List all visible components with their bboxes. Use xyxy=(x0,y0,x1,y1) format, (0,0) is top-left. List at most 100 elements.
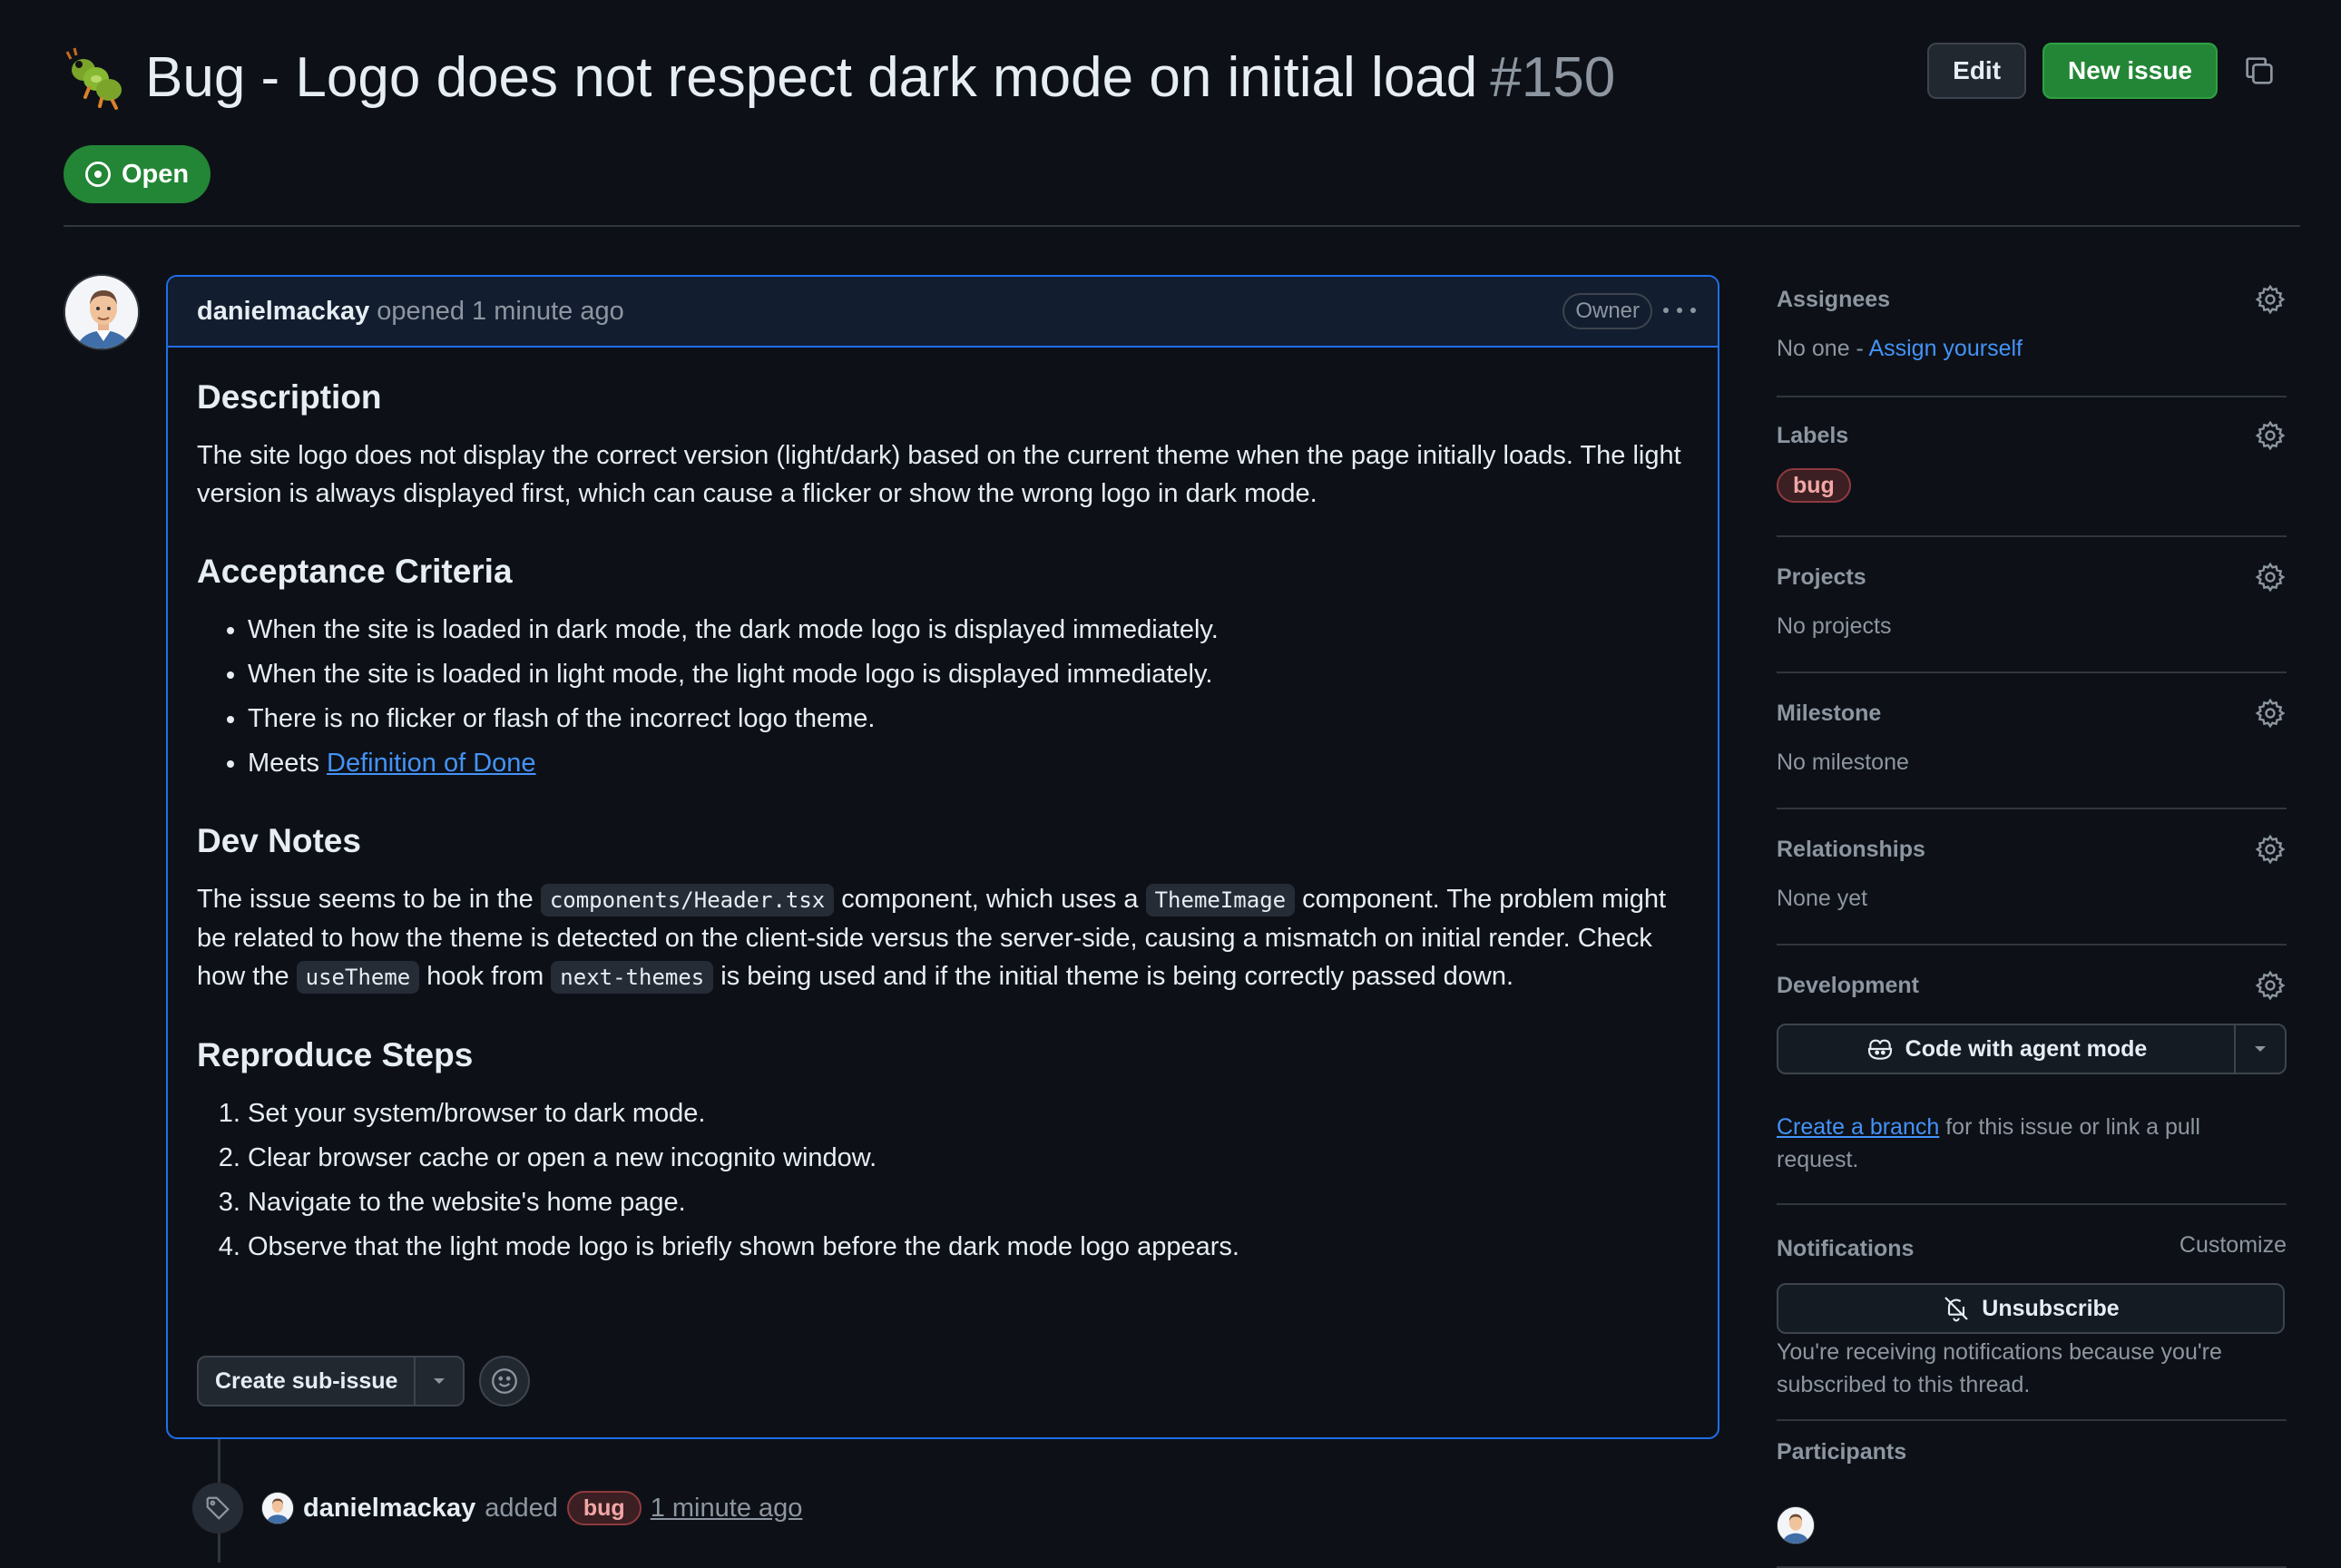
new-issue-button[interactable]: New issue xyxy=(2042,43,2218,99)
comment-author[interactable]: danielmackay xyxy=(197,297,369,327)
bug-label[interactable]: bug xyxy=(1777,468,1851,503)
comment-meta[interactable]: opened 1 minute ago xyxy=(377,297,624,327)
add-reaction-button[interactable] xyxy=(479,1356,531,1406)
copilot-icon xyxy=(1867,1039,1892,1060)
list-item: When the site is loaded in dark mode, th… xyxy=(248,611,1689,649)
list-item: When the site is loaded in light mode, t… xyxy=(248,655,1689,693)
code-with-agent-button[interactable]: Code with agent mode xyxy=(1778,1025,2234,1073)
inline-code: ThemeImage xyxy=(1145,884,1296,916)
issue-title: Bug - Logo does not respect dark mode on… xyxy=(145,45,1615,110)
owner-badge: Owner xyxy=(1562,293,1652,329)
participants-title: Participants xyxy=(1777,1439,1907,1465)
development-section: Development Code with agent mode Create … xyxy=(1777,946,2287,1205)
assignees-title[interactable]: Assignees xyxy=(1777,287,1890,313)
avatar[interactable] xyxy=(261,1492,294,1524)
milestone-section: Milestone No milestone xyxy=(1777,673,2287,809)
labels-section: Labels bug xyxy=(1777,397,2287,537)
notifications-section: Notifications Customize Unsubscribe You'… xyxy=(1777,1205,2287,1421)
devnotes-text-part: hook from xyxy=(419,962,552,991)
inline-code: next-themes xyxy=(551,961,714,994)
comment-body: Description The site logo does not displ… xyxy=(168,348,1718,1266)
bell-slash-icon xyxy=(1944,1297,1969,1322)
repro-heading: Reproduce Steps xyxy=(197,1036,474,1073)
code-with-agent-label: Code with agent mode xyxy=(1905,1035,2148,1062)
devnotes-text: The issue seems to be in the components/… xyxy=(197,880,1689,996)
bug-emoji-icon xyxy=(64,46,127,110)
issue-number: #150 xyxy=(1490,46,1616,109)
gear-icon[interactable] xyxy=(2254,697,2287,730)
gear-icon[interactable] xyxy=(2254,833,2287,866)
devnotes-text-part: component, which uses a xyxy=(834,885,1146,914)
milestone-text: No milestone xyxy=(1777,750,1909,775)
relationships-title[interactable]: Relationships xyxy=(1777,837,1925,863)
timeline-time-link[interactable]: 1 minute ago xyxy=(651,1494,803,1524)
description-text: The site logo does not display the corre… xyxy=(197,441,1681,508)
issue-header: Bug - Logo does not respect dark mode on… xyxy=(64,43,2277,127)
issue-open-icon xyxy=(84,161,112,188)
notifications-text: You're receiving notifications because y… xyxy=(1777,1339,2222,1397)
acceptance-heading: Acceptance Criteria xyxy=(197,553,513,590)
gear-icon[interactable] xyxy=(2254,419,2287,452)
comment-header: danielmackay opened 1 minute ago Owner xyxy=(168,277,1718,348)
participants-section: Participants xyxy=(1777,1421,2287,1568)
unsubscribe-button[interactable]: Unsubscribe xyxy=(1777,1283,2285,1334)
copy-link-icon[interactable] xyxy=(2241,53,2277,89)
relationships-text: None yet xyxy=(1777,886,1868,911)
assignees-none-text: No one - xyxy=(1777,336,1869,361)
list-item: Clear browser cache or open a new incogn… xyxy=(248,1139,1689,1177)
gear-icon[interactable] xyxy=(2254,561,2287,593)
inline-code: components/Header.tsx xyxy=(540,884,835,916)
acceptance-list: When the site is loaded in dark mode, th… xyxy=(197,611,1689,782)
status-badge: Open xyxy=(64,145,211,203)
smiley-icon xyxy=(492,1368,518,1394)
gear-icon[interactable] xyxy=(2254,283,2287,316)
timeline-action: added xyxy=(485,1493,558,1523)
header-actions: Edit New issue xyxy=(1927,43,2277,99)
projects-section: Projects No projects xyxy=(1777,537,2287,673)
devnotes-text-part: The issue seems to be in the xyxy=(197,885,541,914)
header-divider xyxy=(64,225,2300,227)
gear-icon[interactable] xyxy=(2254,969,2287,1002)
customize-link[interactable]: Customize xyxy=(2179,1232,2287,1259)
list-item: Set your system/browser to dark mode. xyxy=(248,1094,1689,1132)
assignees-section: Assignees No one - Assign yourself xyxy=(1777,272,2287,397)
list-item-text: Meets xyxy=(248,749,328,778)
bug-label[interactable]: bug xyxy=(566,1491,642,1525)
comment-options-icon[interactable] xyxy=(1663,297,1696,324)
inline-code: useTheme xyxy=(296,961,420,994)
participant-avatar[interactable] xyxy=(1777,1506,1815,1544)
devnotes-heading: Dev Notes xyxy=(197,822,361,859)
projects-title[interactable]: Projects xyxy=(1777,564,1866,591)
unsubscribe-label: Unsubscribe xyxy=(1982,1295,2120,1321)
create-branch-link[interactable]: Create a branch xyxy=(1777,1114,1939,1140)
chevron-down-icon[interactable] xyxy=(414,1357,463,1405)
milestone-title[interactable]: Milestone xyxy=(1777,701,1881,727)
assignees-text: No one - Assign yourself xyxy=(1777,336,2023,362)
create-subissue-button[interactable]: Create sub-issue xyxy=(199,1357,414,1405)
author-avatar[interactable] xyxy=(64,274,140,350)
list-item: Meets Definition of Done xyxy=(248,744,1689,782)
tag-icon xyxy=(192,1483,243,1534)
title-row: Bug - Logo does not respect dark mode on… xyxy=(64,45,1615,110)
issue-sidebar: Assignees No one - Assign yourself Label… xyxy=(1777,272,2287,1568)
description-heading: Description xyxy=(197,378,382,416)
definition-of-done-link[interactable]: Definition of Done xyxy=(327,749,536,778)
development-title[interactable]: Development xyxy=(1777,973,1919,999)
edit-button[interactable]: Edit xyxy=(1927,43,2027,99)
assign-yourself-link[interactable]: Assign yourself xyxy=(1868,336,2023,361)
agent-mode-split-button: Code with agent mode xyxy=(1777,1024,2287,1074)
timeline-author[interactable]: danielmackay xyxy=(303,1494,475,1524)
issue-title-text: Bug - Logo does not respect dark mode on… xyxy=(145,46,1478,109)
devnotes-text-part: is being used and if the initial theme i… xyxy=(713,962,1514,991)
chevron-down-icon[interactable] xyxy=(2234,1025,2285,1073)
list-item: Navigate to the website's home page. xyxy=(248,1183,1689,1221)
issue-body-comment: danielmackay opened 1 minute ago Owner D… xyxy=(166,275,1719,1439)
list-item: There is no flicker or flash of the inco… xyxy=(248,700,1689,738)
labels-list: bug xyxy=(1777,468,1851,503)
status-text: Open xyxy=(122,159,190,189)
labels-title[interactable]: Labels xyxy=(1777,423,1848,449)
create-subissue-split-button: Create sub-issue xyxy=(197,1356,465,1406)
relationships-section: Relationships None yet xyxy=(1777,809,2287,946)
timeline-label-event: danielmackay added bug 1 minute ago xyxy=(192,1483,802,1534)
list-item: Observe that the light mode logo is brie… xyxy=(248,1228,1689,1266)
